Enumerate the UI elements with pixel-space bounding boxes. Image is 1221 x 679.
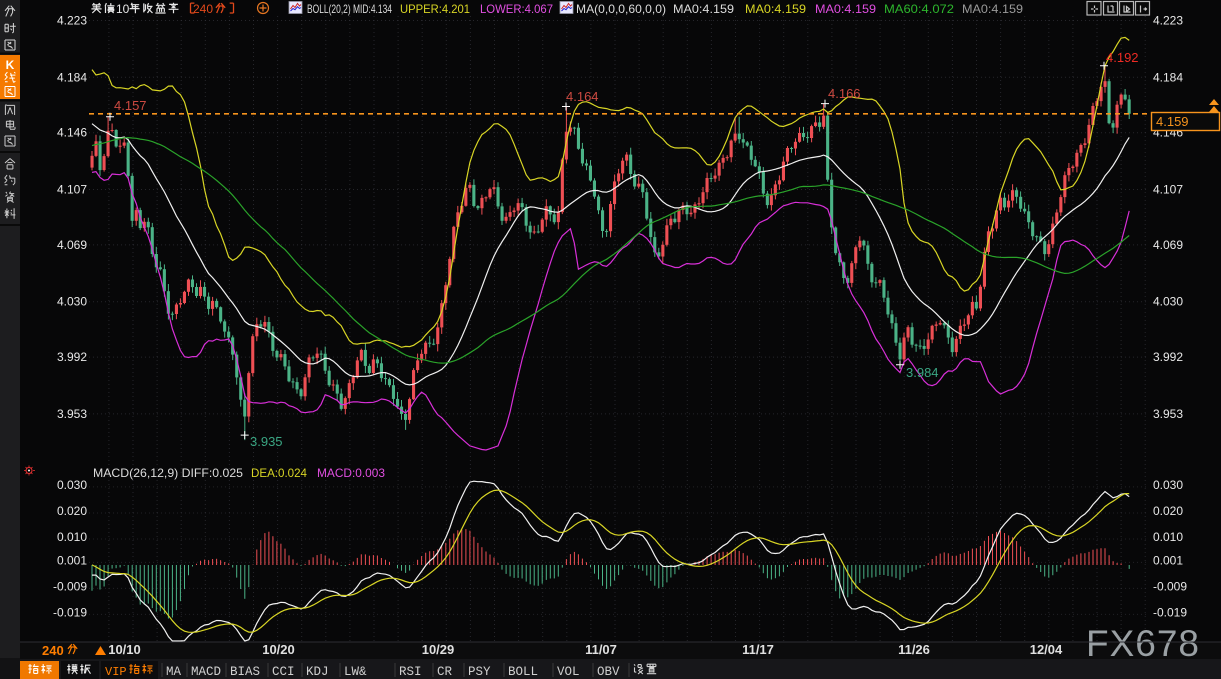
svg-text:BIAS: BIAS <box>230 665 260 679</box>
svg-text:CR: CR <box>437 665 453 679</box>
svg-text:10/29: 10/29 <box>422 642 455 657</box>
svg-text:0.010: 0.010 <box>57 530 87 544</box>
svg-text:BOLL: BOLL <box>508 665 538 679</box>
svg-text:3.953: 3.953 <box>1153 407 1183 421</box>
svg-text:-0.009: -0.009 <box>53 579 87 593</box>
svg-text:DEA:0.024: DEA:0.024 <box>251 466 307 480</box>
svg-text:11/07: 11/07 <box>585 642 617 657</box>
svg-text:4.069: 4.069 <box>1153 238 1183 252</box>
svg-text:4.069: 4.069 <box>57 238 87 252</box>
svg-text:10/10: 10/10 <box>108 642 141 657</box>
svg-text:240: 240 <box>193 2 213 16</box>
svg-text:MA60:4.072: MA60:4.072 <box>884 2 954 16</box>
svg-text:MA: MA <box>166 665 182 679</box>
svg-text:4.146: 4.146 <box>57 126 87 140</box>
svg-text:MA0:4.159: MA0:4.159 <box>815 2 876 16</box>
svg-text:MA0:4.159: MA0:4.159 <box>962 2 1023 16</box>
svg-text:PSY: PSY <box>468 665 491 679</box>
svg-text:-0.009: -0.009 <box>1153 579 1187 593</box>
svg-text:0.010: 0.010 <box>1153 530 1183 544</box>
svg-text:UPPER:4.201: UPPER:4.201 <box>400 2 470 16</box>
svg-text:4.030: 4.030 <box>1153 295 1183 309</box>
svg-text:0.001: 0.001 <box>1153 553 1183 567</box>
svg-text:4.157: 4.157 <box>114 98 147 113</box>
svg-text:LOWER:4.067: LOWER:4.067 <box>480 2 553 16</box>
svg-text:3.992: 3.992 <box>57 350 87 364</box>
svg-text:4.223: 4.223 <box>57 14 87 28</box>
svg-text:4.030: 4.030 <box>57 295 87 309</box>
svg-text:OBV: OBV <box>597 665 620 679</box>
svg-text:0.030: 0.030 <box>57 478 87 492</box>
svg-text:RSI: RSI <box>399 665 422 679</box>
svg-text:10: 10 <box>116 2 130 16</box>
svg-text:0.001: 0.001 <box>57 553 87 567</box>
svg-text:4.159: 4.159 <box>1156 114 1189 129</box>
svg-text:0.020: 0.020 <box>1153 504 1183 518</box>
svg-text:MACD:0.003: MACD:0.003 <box>317 466 385 480</box>
svg-text:LW&: LW& <box>344 665 367 679</box>
svg-text:4.223: 4.223 <box>1153 14 1183 28</box>
svg-text:11/26: 11/26 <box>898 642 930 657</box>
svg-text:3.984: 3.984 <box>906 365 939 380</box>
svg-text:3.935: 3.935 <box>250 434 283 449</box>
svg-text:BOLL(20,2) MID:4.134: BOLL(20,2) MID:4.134 <box>307 2 392 16</box>
svg-text:MA0:4.159: MA0:4.159 <box>745 2 806 16</box>
svg-text:0.020: 0.020 <box>57 504 87 518</box>
svg-text:K: K <box>6 58 15 72</box>
svg-text:VOL: VOL <box>557 665 580 679</box>
svg-text:MACD: MACD <box>191 665 221 679</box>
svg-text:4.184: 4.184 <box>57 70 87 84</box>
svg-text:12/04: 12/04 <box>1030 642 1063 657</box>
svg-text:4.107: 4.107 <box>57 183 87 197</box>
svg-text:-0.019: -0.019 <box>1153 605 1187 619</box>
svg-text:KDJ: KDJ <box>306 665 329 679</box>
svg-text:MA0:4.159: MA0:4.159 <box>673 2 734 16</box>
svg-text:MA(0,0,0,60,0,0): MA(0,0,0,60,0,0) <box>576 2 666 16</box>
svg-text:240: 240 <box>42 643 64 658</box>
svg-text:3.992: 3.992 <box>1153 350 1183 364</box>
svg-text:CCI: CCI <box>272 665 295 679</box>
svg-text:FX678: FX678 <box>1086 623 1200 664</box>
svg-text:10/20: 10/20 <box>262 642 295 657</box>
svg-text:11/17: 11/17 <box>742 642 774 657</box>
svg-text:MACD(26,12,9) DIFF:0.025: MACD(26,12,9) DIFF:0.025 <box>93 466 243 480</box>
svg-text:4.184: 4.184 <box>1153 70 1183 84</box>
svg-text:VIP: VIP <box>105 665 127 679</box>
svg-text:3.953: 3.953 <box>57 407 87 421</box>
svg-text:-0.019: -0.019 <box>53 605 87 619</box>
svg-text:0.030: 0.030 <box>1153 478 1183 492</box>
svg-text:4.166: 4.166 <box>828 86 861 101</box>
svg-text:4.107: 4.107 <box>1153 183 1183 197</box>
svg-text:4.192: 4.192 <box>1106 50 1139 65</box>
svg-text:4.164: 4.164 <box>566 89 599 104</box>
